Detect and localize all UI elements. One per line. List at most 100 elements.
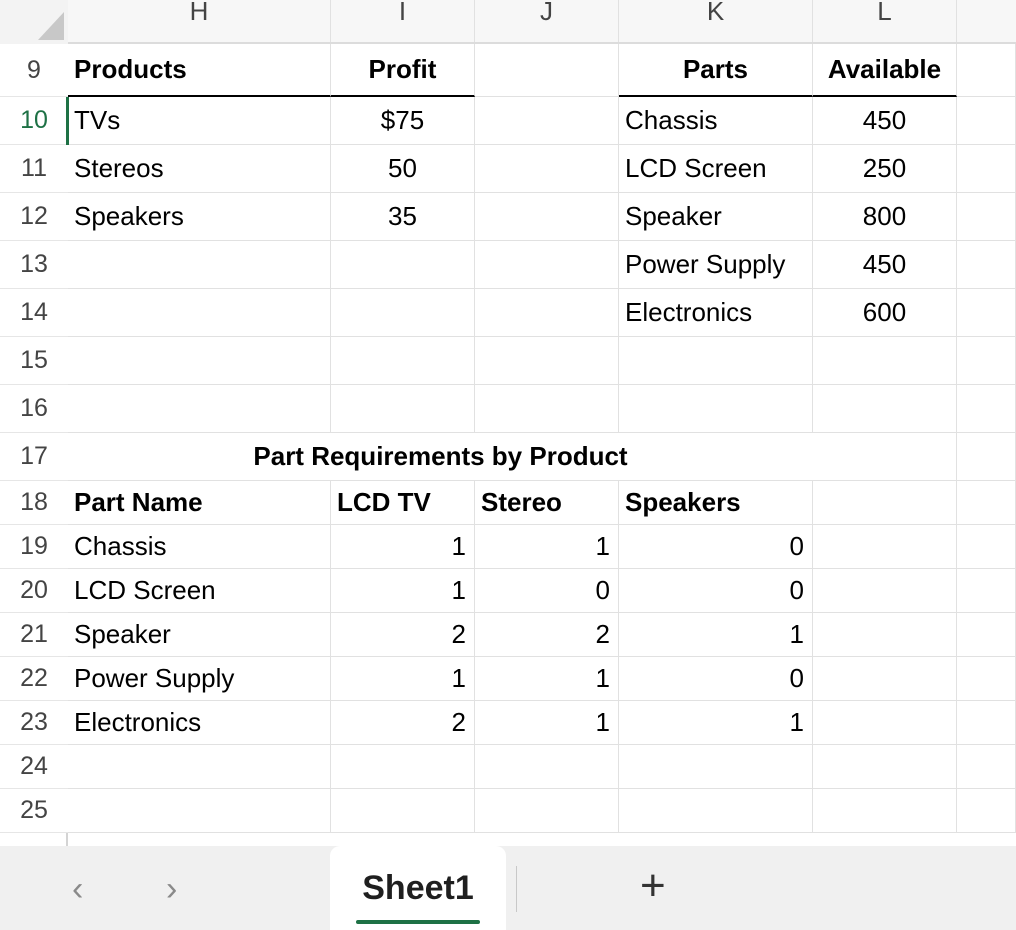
speakers-header[interactable]: Speakers — [619, 481, 813, 525]
empty-cell[interactable] — [813, 433, 957, 481]
empty-cell[interactable] — [475, 241, 619, 289]
empty-cell[interactable] — [475, 145, 619, 193]
part-name-cell[interactable]: LCD Screen — [619, 145, 813, 193]
column-header-m[interactable] — [957, 0, 1016, 44]
empty-cell[interactable] — [813, 613, 957, 657]
select-all-corner[interactable] — [0, 0, 68, 44]
product-name-cell[interactable]: TVs — [68, 97, 331, 145]
part-available-cell[interactable]: 250 — [813, 145, 957, 193]
row-header[interactable]: 15 — [0, 337, 68, 385]
requirement-speakers-cell[interactable]: 0 — [619, 569, 813, 613]
available-header[interactable]: Available — [813, 44, 957, 97]
empty-cell[interactable] — [619, 789, 813, 833]
requirements-title[interactable]: Part Requirements by Product — [68, 433, 813, 481]
empty-cell[interactable] — [957, 385, 1016, 433]
empty-cell[interactable] — [957, 433, 1016, 481]
row-header[interactable]: 18 — [0, 481, 68, 525]
row-header[interactable]: 17 — [0, 433, 68, 481]
row-header[interactable]: 24 — [0, 745, 68, 789]
empty-cell[interactable] — [957, 289, 1016, 337]
empty-cell[interactable] — [957, 789, 1016, 833]
requirement-lcd-tv-cell[interactable]: 1 — [331, 569, 475, 613]
empty-cell[interactable] — [957, 481, 1016, 525]
sheet-tab-sheet1[interactable]: Sheet1 — [330, 846, 506, 930]
part-available-cell[interactable]: 800 — [813, 193, 957, 241]
column-header-k[interactable]: K — [619, 0, 813, 44]
requirement-speakers-cell[interactable]: 1 — [619, 613, 813, 657]
empty-cell[interactable] — [957, 657, 1016, 701]
chevron-right-icon[interactable]: › — [166, 870, 177, 909]
empty-cell[interactable] — [331, 789, 475, 833]
part-available-cell[interactable]: 450 — [813, 97, 957, 145]
row-header[interactable]: 11 — [0, 145, 68, 193]
empty-cell[interactable] — [619, 337, 813, 385]
empty-cell[interactable] — [813, 701, 957, 745]
requirement-stereo-cell[interactable]: 0 — [475, 569, 619, 613]
empty-cell[interactable] — [957, 613, 1016, 657]
empty-cell[interactable] — [957, 44, 1016, 97]
empty-cell[interactable] — [813, 385, 957, 433]
empty-cell[interactable] — [331, 241, 475, 289]
requirement-speakers-cell[interactable]: 0 — [619, 525, 813, 569]
empty-cell[interactable] — [331, 385, 475, 433]
empty-cell[interactable] — [813, 789, 957, 833]
empty-cell[interactable] — [475, 193, 619, 241]
empty-cell[interactable] — [475, 289, 619, 337]
requirement-lcd-tv-cell[interactable]: 1 — [331, 525, 475, 569]
part-name-cell[interactable]: Electronics — [619, 289, 813, 337]
row-header[interactable]: 12 — [0, 193, 68, 241]
empty-cell[interactable] — [475, 44, 619, 97]
requirement-lcd-tv-cell[interactable]: 2 — [331, 613, 475, 657]
empty-cell[interactable] — [957, 337, 1016, 385]
empty-cell[interactable] — [813, 657, 957, 701]
empty-cell[interactable] — [331, 289, 475, 337]
column-header-j[interactable]: J — [475, 0, 619, 44]
empty-cell[interactable] — [957, 97, 1016, 145]
column-header-l[interactable]: L — [813, 0, 957, 44]
empty-cell[interactable] — [957, 701, 1016, 745]
row-header[interactable]: 25 — [0, 789, 68, 833]
empty-cell[interactable] — [68, 789, 331, 833]
product-profit-cell[interactable]: $75 — [331, 97, 475, 145]
plus-icon[interactable]: + — [640, 864, 666, 908]
row-header[interactable]: 19 — [0, 525, 68, 569]
row-header[interactable]: 14 — [0, 289, 68, 337]
empty-cell[interactable] — [475, 97, 619, 145]
empty-cell[interactable] — [475, 385, 619, 433]
row-header[interactable]: 13 — [0, 241, 68, 289]
row-header[interactable]: 22 — [0, 657, 68, 701]
empty-cell[interactable] — [68, 289, 331, 337]
part-name-header[interactable]: Part Name — [68, 481, 331, 525]
product-name-cell[interactable]: Stereos — [68, 145, 331, 193]
empty-cell[interactable] — [813, 481, 957, 525]
requirement-lcd-tv-cell[interactable]: 1 — [331, 657, 475, 701]
empty-cell[interactable] — [813, 525, 957, 569]
lcd-tv-header[interactable]: LCD TV — [331, 481, 475, 525]
product-profit-cell[interactable]: 35 — [331, 193, 475, 241]
requirement-stereo-cell[interactable]: 1 — [475, 657, 619, 701]
empty-cell[interactable] — [68, 745, 331, 789]
stereo-header[interactable]: Stereo — [475, 481, 619, 525]
empty-cell[interactable] — [957, 241, 1016, 289]
requirement-part-cell[interactable]: Power Supply — [68, 657, 331, 701]
part-name-cell[interactable]: Chassis — [619, 97, 813, 145]
part-available-cell[interactable]: 600 — [813, 289, 957, 337]
requirement-speakers-cell[interactable]: 1 — [619, 701, 813, 745]
row-header[interactable]: 21 — [0, 613, 68, 657]
empty-cell[interactable] — [331, 745, 475, 789]
empty-cell[interactable] — [619, 745, 813, 789]
empty-cell[interactable] — [475, 337, 619, 385]
empty-cell[interactable] — [68, 337, 331, 385]
empty-cell[interactable] — [957, 525, 1016, 569]
requirement-stereo-cell[interactable]: 2 — [475, 613, 619, 657]
empty-cell[interactable] — [475, 789, 619, 833]
requirement-part-cell[interactable]: Speaker — [68, 613, 331, 657]
chevron-left-icon[interactable]: ‹ — [72, 870, 83, 909]
part-name-cell[interactable]: Power Supply — [619, 241, 813, 289]
empty-cell[interactable] — [813, 337, 957, 385]
column-header-h[interactable]: H — [68, 0, 331, 44]
empty-cell[interactable] — [619, 385, 813, 433]
row-header[interactable]: 23 — [0, 701, 68, 745]
requirement-part-cell[interactable]: Electronics — [68, 701, 331, 745]
product-profit-cell[interactable]: 50 — [331, 145, 475, 193]
